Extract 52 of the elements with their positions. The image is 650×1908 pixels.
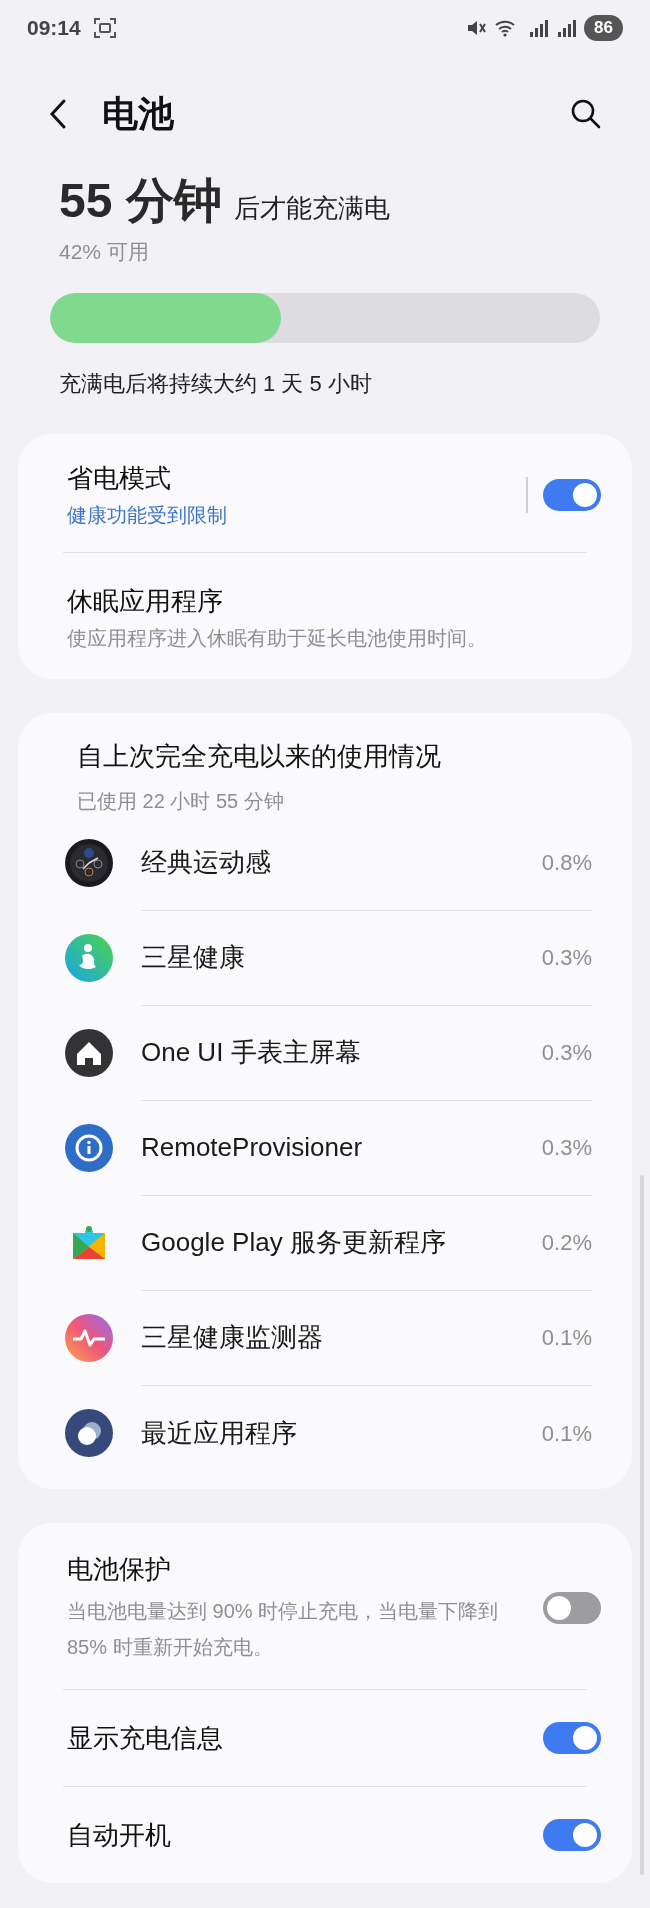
mute-icon: [466, 18, 489, 38]
usage-percent: 0.8%: [541, 849, 592, 877]
section-title: 自上次完全充电以来的使用情况: [76, 739, 442, 773]
setting-subtitle: 当电池电量达到 90% 时停止充电，当电量下降到 85% 时重新开始充电。: [67, 1598, 500, 1660]
app-name: One UI 手表主屏幕: [141, 1036, 362, 1069]
toggle-switch[interactable]: [543, 1721, 601, 1754]
home-icon: [65, 1029, 113, 1077]
app-row[interactable]: Google Play 服务更新程序 0.2%: [47, 1195, 592, 1291]
app-row[interactable]: 三星健康 0.3%: [47, 910, 592, 1006]
usage-percent: 0.3%: [541, 944, 592, 972]
usage-percent: 0.1%: [541, 1324, 592, 1352]
battery-available: 42% 可用: [59, 239, 150, 265]
battery-indicator: 86: [584, 15, 623, 41]
page-title: 电池: [102, 92, 174, 136]
setting-title[interactable]: 自动开机: [67, 1816, 513, 1853]
app-row[interactable]: 三星健康监测器 0.1%: [47, 1290, 592, 1386]
status-time: 09:14: [27, 15, 81, 42]
app-name: Google Play 服务更新程序: [141, 1226, 447, 1259]
toggle-switch[interactable]: [543, 1591, 601, 1624]
watch-info-icon: [65, 1124, 113, 1172]
usage-percent: 0.3%: [541, 1039, 592, 1067]
app-name: 经典运动感: [141, 846, 272, 879]
setting-title[interactable]: 显示充电信息: [67, 1719, 513, 1756]
app-row[interactable]: One UI 手表主屏幕 0.3%: [47, 1005, 592, 1101]
setting-subtitle: 使应用程序进入休眠有助于延长电池使用时间。: [67, 625, 488, 651]
usage-percent: 0.3%: [541, 1134, 592, 1162]
back-icon: [48, 98, 68, 130]
usage-percent: 0.1%: [541, 1419, 592, 1448]
app-row[interactable]: 最近应用程序 0.1%: [47, 1385, 592, 1481]
app-row[interactable]: RemoteProvisioner 0.3%: [47, 1100, 592, 1196]
toggle-switch[interactable]: [543, 478, 601, 511]
section-subtitle: 已使用 22 小时 55 分钟: [76, 788, 285, 814]
watch-face-icon: [65, 839, 113, 887]
pulse-icon: [65, 1314, 113, 1362]
app-row[interactable]: 经典运动感 0.8%: [47, 815, 592, 911]
setting-subtitle: 健康功能受到限制: [67, 502, 228, 528]
setting-title[interactable]: 休眠应用程序: [67, 582, 601, 619]
search-icon: [570, 98, 602, 130]
usage-percent: 0.2%: [541, 1229, 592, 1257]
health-icon: [65, 934, 113, 982]
app-name: RemoteProvisioner: [141, 1131, 364, 1164]
estimate-text: 充满电后将持续大约 1 天 5 小时: [58, 369, 373, 398]
charge-label: 后才能充满电: [233, 192, 390, 225]
toggle-switch[interactable]: [543, 1818, 601, 1851]
setting-title[interactable]: 省电模式: [67, 459, 526, 496]
charge-time: 55 分钟: [59, 173, 222, 229]
setting-title[interactable]: 电池保护: [67, 1550, 513, 1587]
recent-apps-icon: [65, 1409, 113, 1457]
app-name: 最近应用程序: [141, 1416, 298, 1450]
screenshot-icon: [92, 17, 117, 39]
app-name: 三星健康: [141, 941, 246, 974]
app-name: 三星健康监测器: [141, 1321, 324, 1354]
